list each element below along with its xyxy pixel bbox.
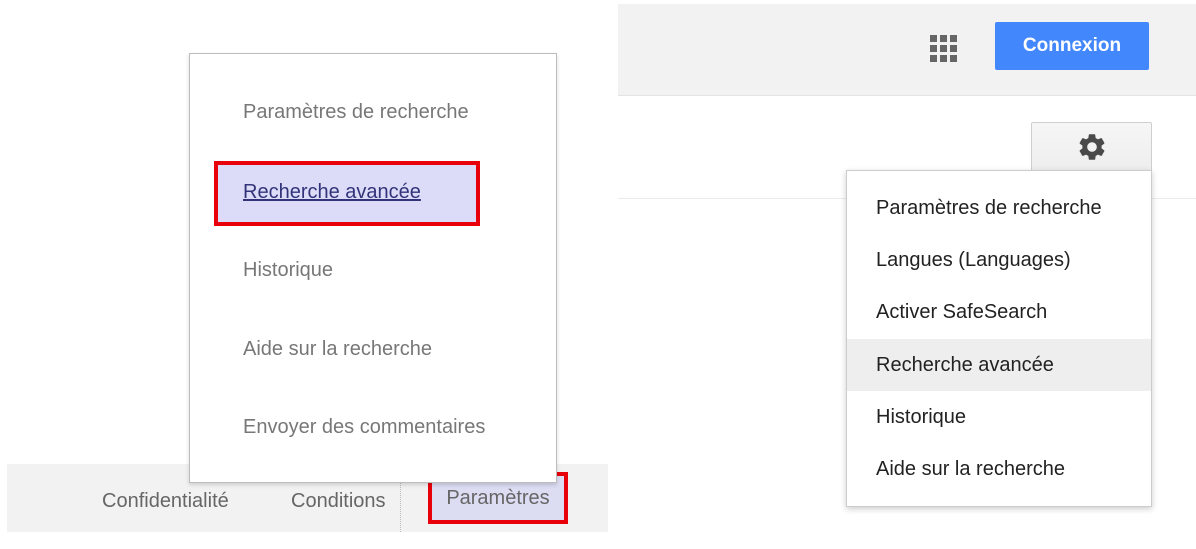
menu-item-safesearch[interactable]: Activer SafeSearch: [847, 286, 1151, 338]
settings-gear-button[interactable]: [1031, 122, 1152, 170]
gear-icon: [1079, 133, 1104, 160]
privacy-link[interactable]: Confidentialité: [102, 490, 229, 513]
menu-item-languages[interactable]: Langues (Languages): [847, 234, 1151, 286]
settings-dropdown-menu: Paramètres de recherche Langues (Languag…: [846, 170, 1152, 507]
apps-grid-icon[interactable]: [930, 35, 958, 63]
signin-button[interactable]: Connexion: [995, 22, 1149, 70]
settings-popup-menu: Paramètres de recherche Recherche avancé…: [189, 53, 557, 483]
terms-link[interactable]: Conditions: [291, 490, 386, 513]
footer-divider: [400, 482, 401, 532]
settings-link-label: Paramètres: [446, 486, 550, 509]
menu-item-send-feedback[interactable]: Envoyer des commentaires: [243, 416, 485, 439]
menu-item-search-help[interactable]: Aide sur la recherche: [847, 443, 1151, 495]
menu-item-advanced-search[interactable]: Recherche avancée: [847, 339, 1151, 391]
menu-item-search-settings[interactable]: Paramètres de recherche: [847, 182, 1151, 234]
menu-item-history[interactable]: Historique: [847, 391, 1151, 443]
menu-item-history[interactable]: Historique: [243, 259, 333, 282]
menu-item-search-help[interactable]: Aide sur la recherche: [243, 338, 432, 361]
menu-item-search-settings[interactable]: Paramètres de recherche: [243, 101, 469, 124]
menu-item-advanced-search[interactable]: Recherche avancée: [214, 161, 480, 226]
top-bar: Connexion: [618, 4, 1196, 96]
menu-item-advanced-search-label[interactable]: Recherche avancée: [243, 181, 421, 204]
